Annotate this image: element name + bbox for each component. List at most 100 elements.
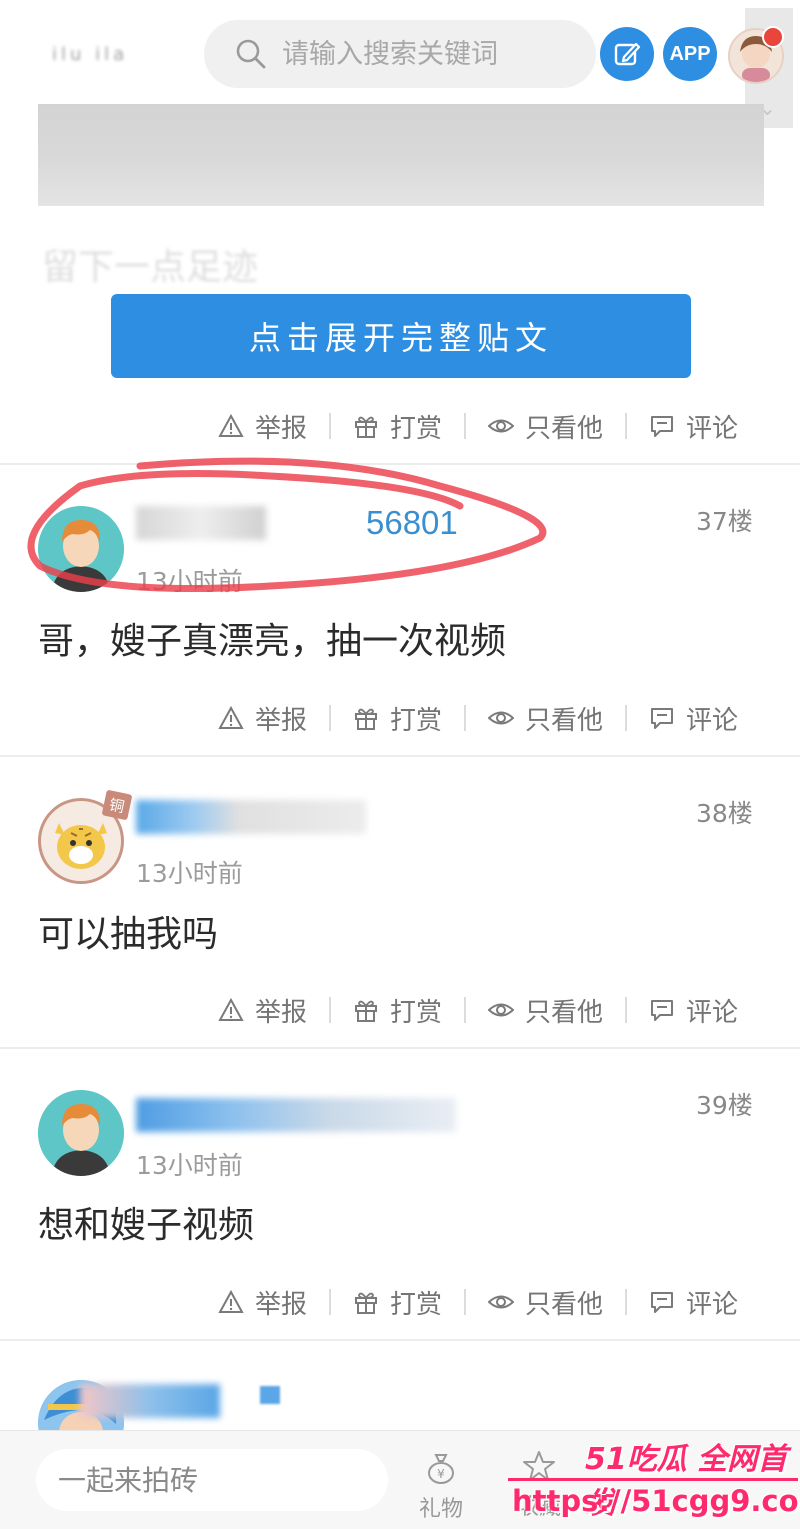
tip-button[interactable]: 打赏 bbox=[353, 700, 442, 737]
post-content: 哥，嫂子真漂亮，抽一次视频 bbox=[38, 621, 507, 662]
eye-icon bbox=[488, 419, 515, 433]
warning-icon bbox=[218, 1289, 244, 1313]
eye-icon bbox=[488, 711, 515, 725]
report-button[interactable]: 举报 bbox=[218, 1284, 307, 1321]
avatar-boy-image bbox=[38, 1090, 124, 1176]
username[interactable] bbox=[80, 1384, 220, 1418]
site-logo[interactable]: ilu ila bbox=[52, 44, 192, 70]
expand-post-button[interactable]: 点击展开完整贴文 bbox=[111, 294, 691, 378]
user-id: 56801 bbox=[366, 504, 458, 541]
floor-number: 38楼 bbox=[696, 799, 753, 828]
gift-icon bbox=[355, 708, 378, 730]
search-icon bbox=[236, 39, 266, 69]
comment-icon bbox=[651, 1292, 674, 1313]
tip-button[interactable]: 打赏 bbox=[353, 992, 442, 1029]
svg-text:¥: ¥ bbox=[437, 1467, 445, 1481]
separator bbox=[329, 997, 332, 1023]
post-actions: 举报 打赏 只看他 评论 bbox=[218, 990, 738, 1030]
tip-button[interactable]: 打赏 bbox=[353, 1284, 442, 1321]
watermark-url: https://51cgg9.com bbox=[512, 1484, 800, 1518]
comment-icon bbox=[651, 416, 674, 437]
only-him-label: 只看他 bbox=[525, 705, 604, 736]
comment-button[interactable]: 评论 bbox=[649, 700, 738, 737]
username[interactable] bbox=[136, 506, 266, 540]
comment-input[interactable] bbox=[36, 1449, 388, 1511]
comment-button[interactable]: 评论 bbox=[649, 1284, 738, 1321]
only-him-button[interactable]: 只看他 bbox=[488, 408, 603, 445]
only-him-button[interactable]: 只看他 bbox=[488, 992, 603, 1029]
post-content: 想和嫂子视频 bbox=[38, 1205, 255, 1246]
separator bbox=[625, 997, 628, 1023]
comment-label: 评论 bbox=[686, 413, 739, 444]
separator bbox=[464, 705, 467, 731]
app-button[interactable]: APP bbox=[663, 27, 717, 81]
comment-button[interactable]: 评论 bbox=[649, 408, 738, 445]
username[interactable] bbox=[136, 800, 366, 834]
floor-number: 37楼 bbox=[696, 507, 753, 536]
username[interactable] bbox=[136, 1098, 456, 1132]
tip-button[interactable]: 打赏 bbox=[353, 408, 442, 445]
separator bbox=[625, 1289, 628, 1315]
user-level-badge: 铜 bbox=[101, 789, 133, 821]
post-time: 13小时前 bbox=[136, 859, 243, 888]
post-avatar[interactable] bbox=[38, 506, 124, 592]
search-input[interactable] bbox=[280, 37, 584, 71]
divider bbox=[0, 1047, 800, 1049]
only-him-label: 只看他 bbox=[525, 413, 604, 444]
post-actions: 举报 打赏 只看他 评论 bbox=[218, 406, 738, 446]
warning-icon bbox=[218, 997, 244, 1021]
report-button[interactable]: 举报 bbox=[218, 992, 307, 1029]
comment-icon bbox=[651, 1000, 674, 1021]
separator bbox=[329, 705, 332, 731]
separator bbox=[464, 1289, 467, 1315]
warning-icon bbox=[218, 413, 244, 437]
avatar-boy-image bbox=[38, 506, 124, 592]
report-button[interactable]: 举报 bbox=[218, 408, 307, 445]
post-avatar[interactable] bbox=[38, 1090, 124, 1176]
only-him-button[interactable]: 只看他 bbox=[488, 1284, 603, 1321]
edit-icon bbox=[614, 42, 641, 66]
separator bbox=[625, 705, 628, 731]
only-him-button[interactable]: 只看他 bbox=[488, 700, 603, 737]
search-bar[interactable] bbox=[204, 20, 596, 88]
divider bbox=[0, 755, 800, 757]
post-time: 13小时前 bbox=[136, 567, 243, 596]
notification-badge bbox=[762, 26, 784, 48]
post-time: 13小时前 bbox=[136, 1151, 243, 1180]
top-header: ilu ila APP ⌄ bbox=[0, 0, 800, 128]
post-content: 可以抽我吗 bbox=[38, 914, 219, 955]
tip-label: 打赏 bbox=[390, 705, 443, 736]
separator bbox=[329, 413, 332, 439]
report-label: 举报 bbox=[255, 705, 308, 736]
separator bbox=[464, 413, 467, 439]
comment-label: 评论 bbox=[686, 997, 739, 1028]
report-label: 举报 bbox=[255, 997, 308, 1028]
separator bbox=[329, 1289, 332, 1315]
report-button[interactable]: 举报 bbox=[218, 700, 307, 737]
gift-icon bbox=[355, 1000, 378, 1022]
compose-button[interactable] bbox=[600, 27, 654, 81]
comment-label: 评论 bbox=[686, 1289, 739, 1320]
gift-label: 礼物 bbox=[418, 1497, 463, 1522]
separator bbox=[625, 413, 628, 439]
separator bbox=[464, 997, 467, 1023]
blurred-image bbox=[38, 104, 764, 206]
comment-icon bbox=[651, 708, 674, 729]
comment-label: 评论 bbox=[686, 705, 739, 736]
gift-icon bbox=[355, 1292, 378, 1314]
warning-icon bbox=[218, 705, 244, 729]
divider bbox=[0, 1339, 800, 1341]
tip-label: 打赏 bbox=[390, 997, 443, 1028]
eye-icon bbox=[488, 1003, 515, 1017]
report-label: 举报 bbox=[255, 413, 308, 444]
footprint-hint: 留下一点足迹 bbox=[42, 247, 259, 288]
gift-icon bbox=[355, 416, 378, 438]
only-him-label: 只看他 bbox=[525, 1289, 604, 1320]
floor-number: 39楼 bbox=[696, 1091, 753, 1120]
comment-button[interactable]: 评论 bbox=[649, 992, 738, 1029]
post-actions: 举报 打赏 只看他 评论 bbox=[218, 698, 738, 738]
money-bag-icon: ¥ bbox=[428, 1454, 454, 1484]
eye-icon bbox=[488, 1295, 515, 1309]
gift-button[interactable]: ¥ 礼物 bbox=[414, 1451, 468, 1523]
report-label: 举报 bbox=[255, 1289, 308, 1320]
